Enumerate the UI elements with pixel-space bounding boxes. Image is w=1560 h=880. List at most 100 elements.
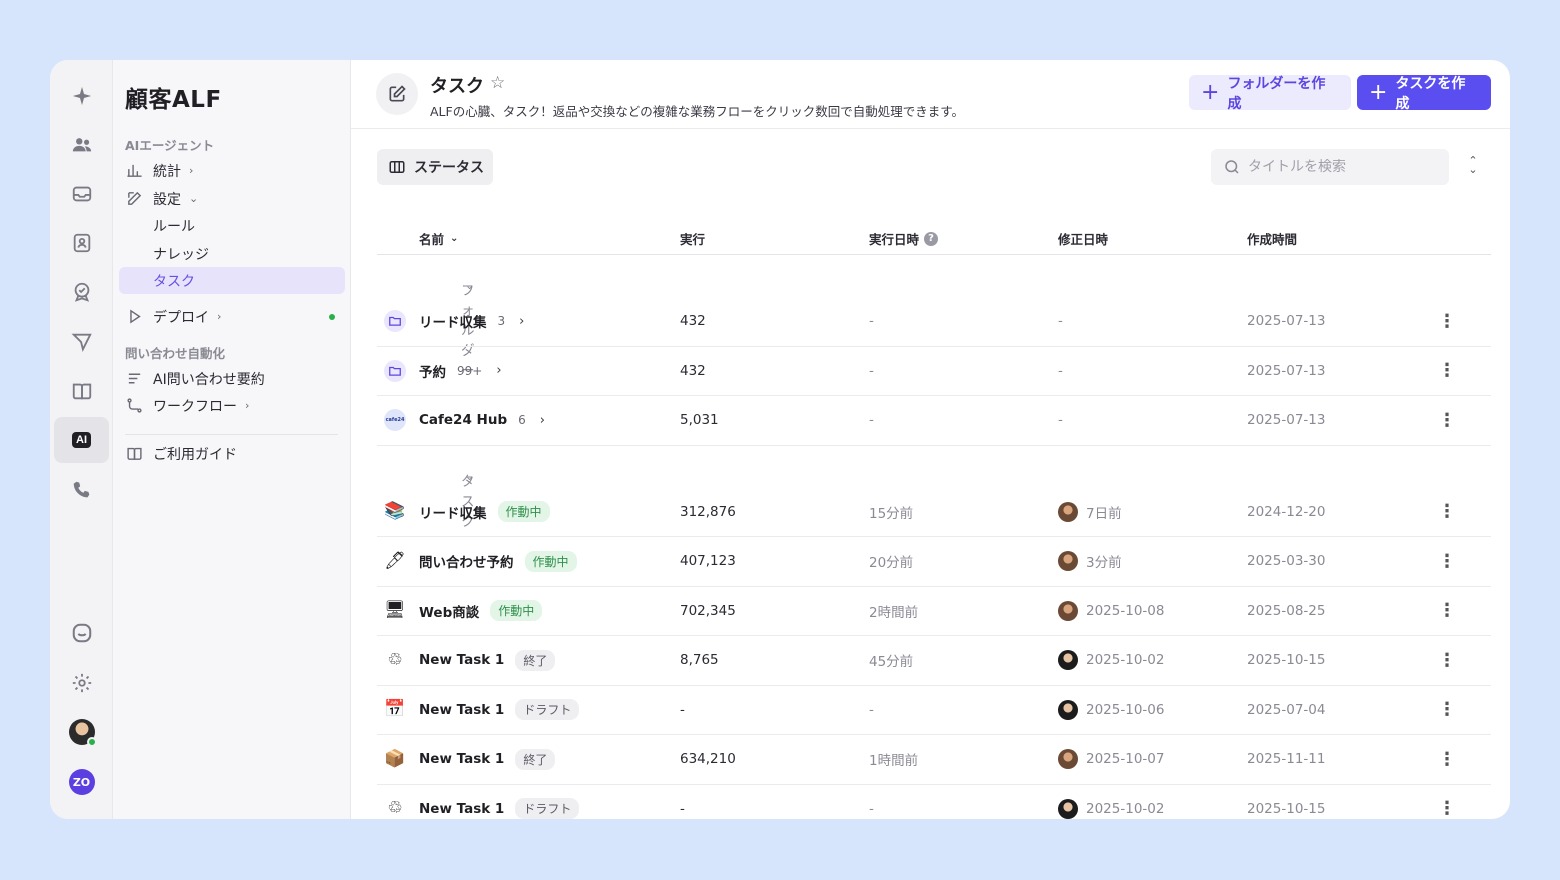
chevron-right-icon: ›	[189, 164, 194, 177]
more-options-icon[interactable]: ⋮	[1437, 785, 1457, 819]
folder-row[interactable]: cafe24 Cafe24 Hub 6 › 5,031 - - 2025-07-13 ⋮	[377, 396, 1491, 446]
modified-cell: 3分前	[1058, 537, 1122, 586]
task-row[interactable]: ♲ New Task 1 ドラフト - - 2025-10-02 2025-10-15 ⋮	[377, 785, 1491, 819]
search-input[interactable]	[1248, 159, 1438, 175]
more-options-icon[interactable]: ⋮	[1437, 537, 1457, 586]
users-icon[interactable]	[54, 122, 109, 168]
more-options-icon[interactable]: ⋮	[1437, 587, 1457, 636]
more-options-icon[interactable]: ⋮	[1437, 686, 1457, 735]
online-status-dot	[86, 737, 97, 747]
sidebar-item-settings[interactable]: 設定 ⌄	[119, 185, 345, 212]
row-icon-cell: 📚	[383, 488, 407, 537]
more-options-icon[interactable]: ⋮	[1437, 297, 1457, 346]
avatar	[1058, 551, 1078, 572]
sidebar-item-ai-summary[interactable]: AI問い合わせ要約	[119, 365, 345, 392]
exec-count: 312,876	[680, 503, 736, 520]
folder-row[interactable]: 予約 99+ › 432 - - 2025-07-13 ⋮	[377, 347, 1491, 396]
ai-agent-icon[interactable]: AI	[54, 417, 109, 463]
chevron-down-icon: ⌄	[465, 469, 475, 483]
sparkle-icon[interactable]	[54, 73, 109, 119]
more-options-icon[interactable]: ⋮	[1437, 396, 1457, 445]
task-name: Web商談	[419, 604, 480, 621]
status-badge: ドラフト	[515, 699, 580, 721]
task-row[interactable]: 📚 リード収集 作動中 312,876 15分前 7日前 2024-12-20 ⋮	[377, 488, 1491, 537]
book-icon[interactable]	[54, 368, 109, 414]
task-emoji-icon: 📚	[384, 501, 406, 522]
task-row[interactable]: 📅 New Task 1 ドラフト - - 2025-10-06 2025-07-04 ⋮	[377, 686, 1491, 735]
more-options-icon[interactable]: ⋮	[1437, 347, 1457, 396]
modified-at: -	[1058, 362, 1063, 379]
sidebar-item-guide[interactable]: ご利用ガイド	[119, 440, 345, 467]
sidebar-item-knowledge[interactable]: ナレッジ	[119, 240, 345, 267]
sidebar-item-rules[interactable]: ルール	[119, 212, 345, 239]
folder-group-header[interactable]: フォルダー ⌄	[377, 255, 1491, 379]
inbox-icon[interactable]	[54, 171, 109, 217]
task-list: 📚 リード収集 作動中 312,876 15分前 7日前 2024-12-20 ⋮ 🖊 問い合わせ…	[377, 488, 1491, 819]
exec-count: 432	[680, 362, 706, 379]
sidebar-item-deploy[interactable]: デプロイ ›	[119, 303, 345, 330]
help-icon[interactable]: ?	[924, 231, 939, 246]
task-emoji-icon: 🖊	[384, 550, 406, 571]
task-name-cell: New Task 1 終了	[419, 636, 556, 685]
created-at: 2025-08-25	[1247, 602, 1326, 619]
sidebar-item-tasks[interactable]: タスク	[119, 267, 345, 294]
user-avatar[interactable]	[54, 709, 109, 755]
chevron-right-icon[interactable]: ›	[496, 363, 501, 378]
zo-logo-icon[interactable]: ZO	[54, 759, 109, 805]
sidebar-item-workflow[interactable]: ワークフロー ›	[119, 392, 345, 419]
chevron-right-icon[interactable]: ›	[540, 413, 545, 428]
exec-count: 702,345	[680, 602, 736, 619]
task-emoji-icon: ♲	[387, 798, 403, 819]
column-name[interactable]: 名前 ⌄	[419, 229, 458, 248]
icon-rail: AI ZO	[50, 60, 113, 819]
exec-count: -	[680, 800, 685, 817]
task-name-cell: New Task 1 ドラフト	[419, 785, 580, 819]
task-name-cell: New Task 1 終了	[419, 735, 556, 784]
status-view-button[interactable]: ステータス	[377, 149, 493, 185]
column-run-at[interactable]: 実行日時?	[869, 229, 939, 248]
task-row[interactable]: ♲ New Task 1 終了 8,765 45分前 2025-10-02 2025-10-…	[377, 636, 1491, 686]
chat-icon[interactable]	[54, 610, 109, 656]
column-exec[interactable]: 実行	[680, 229, 705, 248]
avatar	[1058, 650, 1078, 671]
created-at: 2025-03-30	[1247, 553, 1326, 570]
column-created[interactable]: 作成時間	[1247, 229, 1297, 248]
run-at: 15分前	[869, 505, 914, 522]
row-icon-cell: 🖊	[383, 537, 407, 586]
contact-card-icon[interactable]	[54, 220, 109, 266]
create-folder-button[interactable]: + フォルダーを作成	[1189, 75, 1351, 112]
status-badge: 終了	[515, 649, 556, 671]
task-name-cell: New Task 1 ドラフト	[419, 686, 580, 735]
create-task-button[interactable]: + タスクを作成	[1357, 75, 1491, 112]
folder-icon	[384, 310, 406, 333]
chevron-right-icon: ›	[217, 310, 222, 323]
more-options-icon[interactable]: ⋮	[1437, 488, 1457, 537]
modified-at: -	[1058, 412, 1063, 429]
folder-row[interactable]: リード収集 3 › 432 - - 2025-07-13 ⋮	[377, 297, 1491, 347]
task-row[interactable]: 📦 New Task 1 終了 634,210 1時間前 2025-10-07 2025-1…	[377, 735, 1491, 785]
column-modified[interactable]: 修正日時	[1058, 229, 1108, 248]
run-at: -	[869, 701, 874, 718]
star-icon[interactable]: ☆	[490, 73, 505, 93]
open-book-icon	[125, 445, 143, 463]
chevron-right-icon[interactable]: ›	[519, 314, 524, 329]
phone-icon[interactable]	[54, 467, 109, 513]
run-at: 20分前	[869, 555, 914, 572]
avatar	[1058, 749, 1078, 770]
sort-toggle-icon[interactable]: ⌃ ⌄	[1463, 155, 1483, 178]
row-icon-cell: 📦	[383, 735, 407, 784]
more-options-icon[interactable]: ⋮	[1437, 735, 1457, 784]
task-name: リード収集	[419, 505, 487, 522]
badge-check-icon[interactable]	[54, 269, 109, 315]
sidebar-item-stats[interactable]: 統計 ›	[119, 157, 345, 184]
folder-name-cell: リード収集 3 ›	[419, 297, 524, 346]
task-group-header[interactable]: タスク ⌄	[377, 446, 1491, 530]
run-at: 45分前	[869, 654, 914, 671]
task-row[interactable]: 🖥 Web商談 作動中 702,345 2時間前 2025-10-08 2025-08-25…	[377, 587, 1491, 636]
cafe24-logo-icon: cafe24	[384, 409, 406, 432]
gear-icon[interactable]	[54, 660, 109, 706]
created-at: 2025-07-13	[1247, 362, 1326, 379]
task-row[interactable]: 🖊 問い合わせ予約 作動中 407,123 20分前 3分前 2025-03-30 ⋮	[377, 537, 1491, 587]
more-options-icon[interactable]: ⋮	[1437, 636, 1457, 685]
send-icon[interactable]	[54, 319, 109, 365]
